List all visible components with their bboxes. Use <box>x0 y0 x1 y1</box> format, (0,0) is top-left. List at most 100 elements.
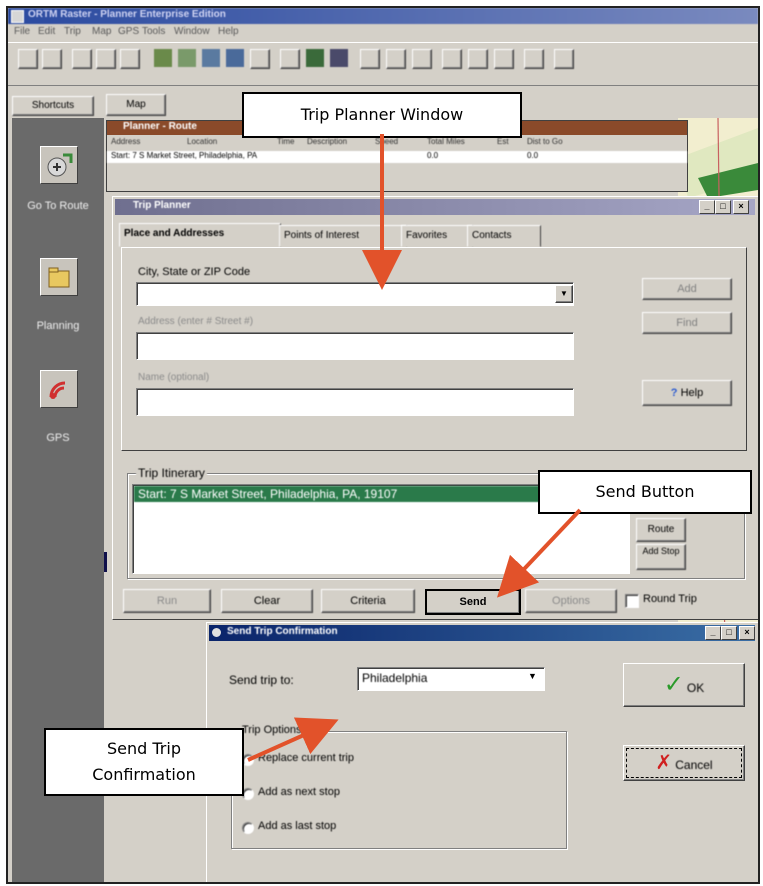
menu-bar: File Edit Trip Map GPS Tools Window Help <box>8 24 758 40</box>
dialog-icon <box>212 628 221 637</box>
col-total-miles[interactable]: Total Miles <box>427 137 465 146</box>
address-field[interactable] <box>136 332 574 360</box>
sidebar-gps-label: GPS <box>46 432 70 444</box>
menu-window[interactable]: Window <box>174 26 210 37</box>
radio-last-stop[interactable] <box>242 822 254 834</box>
dialog-close-icon[interactable]: × <box>739 626 755 640</box>
options-button[interactable]: Options <box>525 589 617 613</box>
row-address: Start: 7 S Market Street, Philadelphia, … <box>111 151 258 160</box>
help-button-label: Help <box>680 387 704 399</box>
dialog-maximize-icon[interactable]: □ <box>721 626 737 640</box>
shortcuts-label: Shortcuts <box>31 100 75 111</box>
col-location[interactable]: Location <box>187 137 217 146</box>
chevron-down-icon[interactable]: ▼ <box>555 285 573 303</box>
find-button[interactable]: Find <box>642 312 732 334</box>
options-tool-icon[interactable] <box>554 49 574 69</box>
trip-planner-tabs: Place and Addresses Points of Interest F… <box>119 223 579 247</box>
find-icon[interactable] <box>360 49 380 69</box>
tab-points-of-interest[interactable]: Points of Interest <box>279 225 407 247</box>
print-icon[interactable] <box>96 49 116 69</box>
criteria-button[interactable]: Criteria <box>321 589 415 613</box>
tab-favorites[interactable]: Favorites <box>401 225 473 247</box>
grid-icon[interactable] <box>442 49 462 69</box>
round-trip-checkbox-row[interactable]: Round Trip <box>625 593 745 609</box>
col-address[interactable]: Address <box>111 137 140 146</box>
callout-send-button: Send Button <box>538 470 752 514</box>
go-to-icon[interactable] <box>40 146 78 184</box>
send-button-label: Send <box>459 596 487 608</box>
route-icon[interactable] <box>226 49 244 67</box>
route-window-title: Planner - Route <box>123 121 197 132</box>
send-to-select[interactable]: Philadelphia ▼ <box>357 667 545 691</box>
name-field[interactable] <box>136 388 574 416</box>
new-trip-icon[interactable] <box>18 49 38 69</box>
map-icon[interactable] <box>250 49 270 69</box>
send-to-label: Send trip to: <box>229 673 294 687</box>
favorites-icon[interactable] <box>412 49 432 69</box>
open-icon[interactable] <box>42 49 62 69</box>
menu-file[interactable]: File <box>14 26 30 37</box>
close-icon[interactable]: × <box>733 200 749 214</box>
table-row[interactable]: Start: 7 S Market Street, Philadelphia, … <box>107 151 687 163</box>
gps-tool-icon[interactable] <box>306 49 324 67</box>
help-tool-icon[interactable] <box>524 49 544 69</box>
settings-icon[interactable] <box>468 49 488 69</box>
itinerary-item-text: Start: 7 S Market Street, Philadelphia, … <box>138 487 398 501</box>
cancel-button-label: Cancel <box>675 758 713 772</box>
round-trip-checkbox[interactable] <box>625 594 639 608</box>
map-tab[interactable]: Map <box>106 94 166 116</box>
copy-icon[interactable] <box>120 49 140 69</box>
app-title-bar: ORTM Raster - Planner Enterprise Edition <box>8 8 758 24</box>
col-dist-to-go[interactable]: Dist to Go <box>527 137 563 146</box>
cancel-button[interactable]: ✗ Cancel <box>623 745 745 781</box>
folder-icon[interactable] <box>40 258 78 296</box>
trip-planner-title: Trip Planner <box>133 200 191 211</box>
toolbar <box>8 42 758 86</box>
send-button[interactable]: Send <box>425 589 521 615</box>
help-button[interactable]: ? Help <box>642 380 732 406</box>
menu-help[interactable]: Help <box>218 26 239 37</box>
menu-tools[interactable]: Tools <box>142 26 165 37</box>
round-trip-label: Round Trip <box>643 593 697 605</box>
menu-gps[interactable]: GPS <box>118 26 139 37</box>
clear-button[interactable]: Clear <box>221 589 313 613</box>
text-icon[interactable] <box>386 49 406 69</box>
zoom-in-icon[interactable] <box>178 49 196 67</box>
ok-button[interactable]: ✓ OK <box>623 663 745 707</box>
truck-icon[interactable] <box>154 49 172 67</box>
run-button[interactable]: Run <box>123 589 211 613</box>
info-icon[interactable] <box>494 49 514 69</box>
callout-send-confirmation-line1: Send Trip <box>107 739 181 758</box>
layers-icon[interactable] <box>280 49 300 69</box>
map-tab-label: Map <box>126 99 146 110</box>
find-button-label: Find <box>676 317 698 329</box>
route-button[interactable]: Route <box>636 518 686 542</box>
ok-button-label: OK <box>686 681 705 695</box>
minimize-icon[interactable]: _ <box>699 200 715 214</box>
gps-icon[interactable] <box>40 370 78 408</box>
tab-places[interactable]: Place and Addresses <box>119 223 281 247</box>
trip-planner-title-bar: Trip Planner _ □ × <box>115 199 755 215</box>
option-next-stop-label: Add as next stop <box>258 786 340 798</box>
tab-contacts[interactable]: Contacts <box>467 225 541 247</box>
col-speed[interactable]: Speed <box>375 137 398 146</box>
callout-trip-planner: Trip Planner Window <box>242 92 522 138</box>
send-to-chevron-icon[interactable]: ▼ <box>528 671 537 681</box>
menu-trip[interactable]: Trip <box>64 26 81 37</box>
menu-edit[interactable]: Edit <box>38 26 55 37</box>
city-combo[interactable]: ▼ <box>136 282 574 306</box>
measure-icon[interactable] <box>330 49 348 67</box>
col-time[interactable]: Time <box>277 137 294 146</box>
menu-map[interactable]: Map <box>92 26 111 37</box>
add-button[interactable]: Add <box>642 278 732 300</box>
shortcuts-tab[interactable]: Shortcuts <box>12 96 94 116</box>
add-stop-button[interactable]: Add Stop <box>636 544 686 570</box>
col-est[interactable]: Est <box>497 137 509 146</box>
save-icon[interactable] <box>72 49 92 69</box>
maximize-icon[interactable]: □ <box>715 200 731 214</box>
sidebar-planning-label: Planning <box>36 320 80 332</box>
zoom-out-icon[interactable] <box>202 49 220 67</box>
app-icon <box>11 10 24 23</box>
col-description[interactable]: Description <box>307 137 347 146</box>
dialog-minimize-icon[interactable]: _ <box>705 626 721 640</box>
